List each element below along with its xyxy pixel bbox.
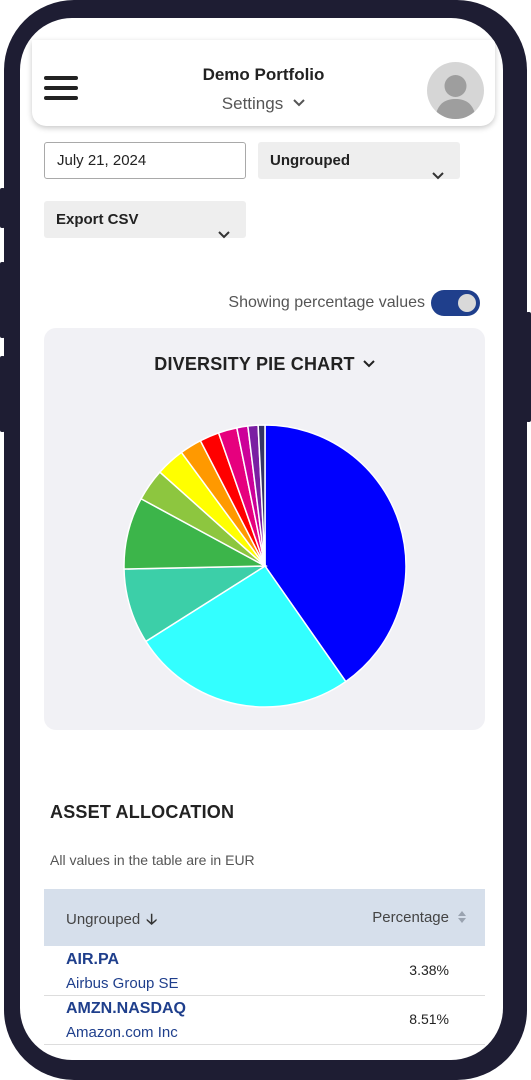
row-symbol[interactable]: AIR.PA	[66, 951, 119, 969]
row-symbol[interactable]: AMZN.NASDAQ	[66, 1000, 186, 1018]
row-percentage: 8.51%	[409, 1011, 449, 1027]
app-content: Demo Portfolio Settings Ungrouped Export…	[32, 18, 495, 1060]
row-name: Airbus Group SE	[66, 975, 179, 992]
sort-icon	[458, 911, 466, 923]
settings-label: Settings	[221, 94, 284, 113]
row-percentage: 3.38%	[409, 962, 449, 978]
asset-allocation-title: ASSET ALLOCATION	[50, 802, 235, 822]
group-column-label: Ungrouped	[66, 911, 141, 928]
toggle-knob	[458, 294, 476, 312]
percentage-column-header[interactable]: Percentage	[372, 909, 466, 926]
table-row[interactable]: AIR.PA Airbus Group SE 3.38%	[44, 947, 485, 996]
export-csv-select[interactable]: Export CSV	[44, 201, 246, 239]
portfolio-title: Demo Portfolio	[202, 65, 325, 84]
phone-volume-down-button	[0, 356, 5, 432]
asset-allocation-subtitle: All values in the table are in EUR	[50, 852, 255, 868]
chevron-down-icon	[218, 216, 230, 253]
avatar[interactable]	[427, 62, 484, 119]
export-select-value: Export CSV	[56, 211, 139, 228]
arrow-down-icon: 🡣	[146, 911, 158, 928]
group-select-value: Ungrouped	[270, 152, 350, 169]
phone-side-button	[0, 188, 5, 228]
pie-chart	[123, 424, 407, 708]
group-select[interactable]: Ungrouped	[258, 142, 460, 180]
chart-card: DIVERSITY PIE CHART	[44, 328, 485, 730]
phone-volume-up-button	[0, 262, 5, 338]
chevron-down-icon	[432, 157, 444, 194]
group-column-header[interactable]: Ungrouped 🡣	[66, 909, 157, 934]
row-name: Amazon.com Inc	[66, 1024, 178, 1041]
table-row[interactable]: AMZN.NASDAQ Amazon.com Inc 8.51%	[44, 996, 485, 1045]
user-icon	[435, 75, 476, 119]
chevron-down-icon	[293, 92, 305, 112]
percentage-column-label: Percentage	[372, 909, 449, 926]
date-field[interactable]	[44, 142, 246, 179]
percentage-toggle-label: Showing percentage values	[228, 294, 425, 311]
phone-power-button	[526, 312, 531, 422]
settings-dropdown[interactable]: Settings	[32, 92, 495, 114]
percentage-toggle[interactable]	[431, 290, 480, 316]
table-header: Ungrouped 🡣 Percentage	[44, 889, 485, 946]
app-header: Demo Portfolio Settings	[32, 40, 495, 126]
phone-screen: Demo Portfolio Settings Ungrouped Export…	[20, 18, 503, 1060]
